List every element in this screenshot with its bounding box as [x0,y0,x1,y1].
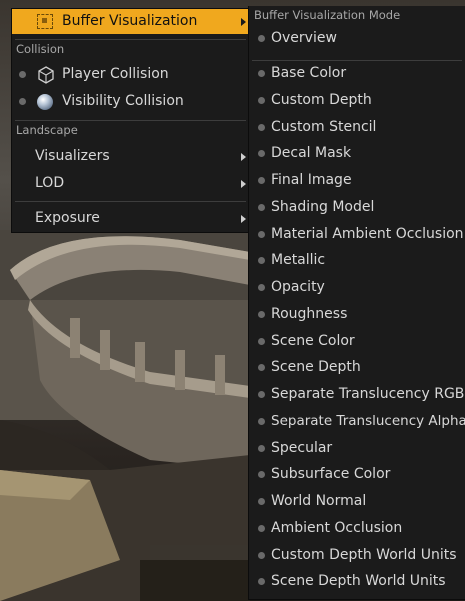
submenu-item-custom-depth[interactable]: Custom Depth [249,88,465,113]
submenu-item-label: Separate Translucency Alpha [271,413,465,429]
player-collision-item[interactable]: Player Collision [12,62,249,87]
radio-dot-icon [258,177,265,184]
cube-icon [38,66,54,84]
submenu-item-custom-depth-world-units[interactable]: Custom Depth World Units [249,543,465,568]
submenu-item-label: Overview [271,30,337,46]
radio-dot-icon [258,445,265,452]
chevron-right-icon [241,180,246,188]
submenu-item-label: Subsurface Color [271,466,391,482]
submenu-item-label: Metallic [271,252,326,268]
radio-dot-icon [258,471,265,478]
submenu-item-ambient-occlusion[interactable]: Ambient Occlusion [249,516,465,541]
landscape-section-header: Landscape [16,123,78,137]
submenu-item-shading-model[interactable]: Shading Model [249,195,465,220]
radio-dot-icon [258,231,265,238]
buffer-visualization-icon [37,14,53,29]
submenu-item-final-image[interactable]: Final Image [249,168,465,193]
submenu-item-label: Custom Depth [271,92,372,108]
buffer-visualization-submenu: Buffer Visualization Mode Overview Base … [248,6,465,600]
radio-dot-icon [258,391,265,398]
submenu-item-roughness[interactable]: Roughness [249,302,465,327]
radio-dot-icon [258,284,265,291]
submenu-item-label: Material Ambient Occlusion [271,226,464,242]
radio-dot-icon [258,552,265,559]
submenu-item-material-ambient-occlusion[interactable]: Material Ambient Occlusion [249,222,465,247]
lod-label: LOD [35,175,65,191]
radio-dot-icon [258,150,265,157]
visibility-collision-item[interactable]: Visibility Collision [12,89,249,114]
lod-item[interactable]: LOD [12,171,249,196]
menu-divider [15,39,246,40]
radio-dot-icon [258,35,265,42]
submenu-item-scene-depth-world-units[interactable]: Scene Depth World Units [249,569,465,594]
view-mode-menu: Buffer Visualization Collision Player Co… [11,8,250,233]
radio-dot-icon [258,338,265,345]
radio-dot-icon [258,364,265,371]
radio-dot-icon [258,257,265,264]
menu-divider [15,201,246,202]
chevron-right-icon [241,215,246,223]
submenu-item-label: Custom Depth World Units [271,547,457,563]
submenu-item-label: Custom Stencil [271,119,377,135]
radio-dot-icon [258,70,265,77]
submenu-item-opacity[interactable]: Opacity [249,275,465,300]
radio-dot-icon [258,498,265,505]
submenu-item-separate-translucency-rgb[interactable]: Separate Translucency RGB [249,382,465,407]
submenu-item-label: Base Color [271,65,347,81]
radio-dot-icon [258,204,265,211]
visualizers-item[interactable]: Visualizers [12,144,249,169]
radio-dot-icon [258,418,265,425]
submenu-header: Buffer Visualization Mode [254,8,401,22]
submenu-item-label: Specular [271,440,333,456]
submenu-item-separate-translucency-alpha[interactable]: Separate Translucency Alpha [249,409,465,434]
radio-dot-icon [258,311,265,318]
visualizers-label: Visualizers [35,148,110,164]
collision-section-header: Collision [16,42,65,56]
submenu-item-metallic[interactable]: Metallic [249,248,465,273]
buffer-visualization-label: Buffer Visualization [62,13,198,29]
submenu-item-decal-mask[interactable]: Decal Mask [249,141,465,166]
submenu-item-label: Ambient Occlusion [271,520,403,536]
submenu-item-label: Opacity [271,279,325,295]
submenu-item-subsurface-color[interactable]: Subsurface Color [249,462,465,487]
submenu-item-label: Shading Model [271,199,375,215]
submenu-item-label: Decal Mask [271,145,352,161]
submenu-item-label: Roughness [271,306,348,322]
submenu-item-world-normal[interactable]: World Normal [249,489,465,514]
submenu-item-label: World Normal [271,493,367,509]
submenu-item-custom-stencil[interactable]: Custom Stencil [249,115,465,140]
submenu-item-scene-color[interactable]: Scene Color [249,329,465,354]
submenu-item-specular[interactable]: Specular [249,436,465,461]
menu-divider [15,120,246,121]
sphere-icon [37,94,53,110]
visibility-collision-label: Visibility Collision [62,93,184,109]
player-collision-label: Player Collision [62,66,169,82]
exposure-item[interactable]: Exposure [12,206,249,231]
radio-dot-icon [258,124,265,131]
submenu-item-label: Scene Color [271,333,355,349]
submenu-item-label: Separate Translucency RGB [271,386,465,402]
submenu-item-label: Final Image [271,172,352,188]
chevron-right-icon [241,153,246,161]
submenu-item-scene-depth[interactable]: Scene Depth [249,355,465,380]
exposure-label: Exposure [35,210,100,226]
submenu-item-overview[interactable]: Overview [249,26,465,51]
radio-dot-icon [258,578,265,585]
submenu-item-base-color[interactable]: Base Color [249,61,465,86]
radio-dot-icon [258,525,265,532]
radio-dot-icon [19,71,26,78]
submenu-item-label: Scene Depth [271,359,361,375]
chevron-right-icon [241,18,246,26]
radio-dot-icon [19,98,26,105]
buffer-visualization-item[interactable]: Buffer Visualization [12,9,249,34]
submenu-item-label: Scene Depth World Units [271,573,446,589]
radio-dot-icon [258,97,265,104]
